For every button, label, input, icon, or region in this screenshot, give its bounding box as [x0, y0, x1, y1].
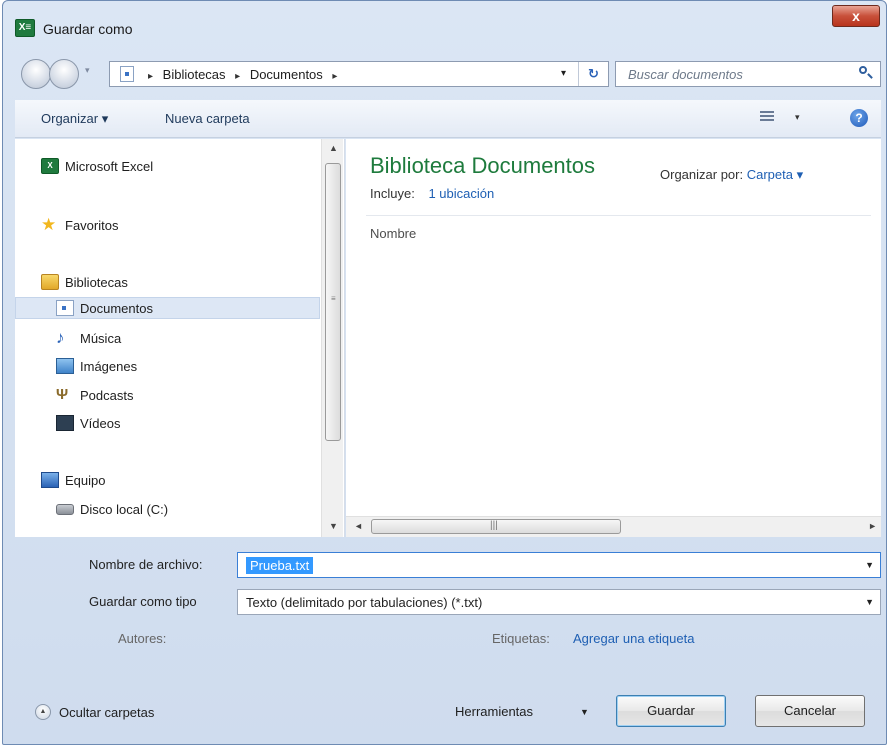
scroll-left-icon[interactable]: ◄ [354, 521, 363, 531]
authors-label: Autores: [118, 631, 167, 646]
nav-item-label: Favoritos [65, 217, 119, 233]
view-options-icon[interactable] [760, 111, 774, 123]
nav-item-documentos[interactable]: Documentos [15, 297, 320, 319]
folder-icon [120, 66, 134, 82]
scroll-down-icon[interactable]: ▼ [329, 521, 338, 531]
excel-icon: X [41, 158, 59, 174]
library-title: Biblioteca Documentos [370, 153, 596, 178]
save-button[interactable]: Guardar [616, 695, 726, 727]
chevron-down-icon[interactable]: ▼ [865, 597, 874, 607]
nav-item-videos[interactable]: Vídeos [56, 412, 296, 434]
search-input[interactable]: Buscar documentos [615, 61, 881, 87]
chevron-up-icon: ▲ [35, 704, 51, 720]
tools-dropdown-icon[interactable]: ▼ [580, 707, 589, 717]
file-list-pane[interactable]: Biblioteca Documentos Incluye: 1 ubicaci… [346, 139, 881, 537]
file-type-value: Texto (delimitado por tabulaciones) (*.t… [246, 595, 483, 610]
nav-item-label: Disco local (C:) [80, 501, 169, 517]
excel-app-icon: X≡ [15, 19, 35, 37]
arrange-by-dropdown[interactable]: Carpeta ▾ [747, 167, 803, 182]
navigation-scrollbar[interactable]: ▲ ≡ ▼ [321, 139, 343, 537]
nav-item-bibliotecas[interactable]: Bibliotecas [41, 271, 301, 293]
hide-folders-button[interactable]: ▲ Ocultar carpetas [35, 704, 154, 720]
recent-locations-dropdown[interactable]: ▾ [85, 65, 90, 76]
forward-button[interactable] [49, 59, 79, 89]
view-dropdown-icon[interactable]: ▾ [795, 112, 800, 123]
navigation-pane: X Microsoft Excel ★ Favoritos Biblioteca… [15, 139, 345, 537]
scroll-right-icon[interactable]: ► [868, 521, 877, 531]
breadcrumb-separator: ▸ [148, 71, 154, 82]
nav-item-podcasts[interactable]: Ψ Podcasts [56, 384, 296, 406]
command-toolbar: Organizar ▾ Nueva carpeta ▾ ? [15, 100, 881, 138]
new-folder-button[interactable]: Nueva carpeta [165, 111, 250, 126]
breadcrumb: ▸ Bibliotecas ▸ Documentos ▸ [142, 67, 343, 82]
nav-item-label: Imágenes [80, 358, 138, 374]
nav-item-favoritos[interactable]: ★ Favoritos [41, 214, 301, 236]
scrollbar-thumb[interactable]: ||| [371, 519, 621, 534]
nav-item-label: Microsoft Excel [65, 158, 154, 174]
search-placeholder: Buscar documentos [628, 67, 743, 82]
image-icon [56, 358, 74, 374]
close-button[interactable]: x [832, 5, 880, 27]
library-icon [41, 274, 59, 290]
breadcrumb-separator[interactable]: ▸ [332, 71, 337, 82]
column-header-name[interactable]: Nombre [370, 226, 416, 241]
address-bar[interactable]: ▸ Bibliotecas ▸ Documentos ▸ ▾ ↻ [109, 61, 609, 87]
breadcrumb-bibliotecas[interactable]: Bibliotecas [163, 67, 226, 82]
breadcrumb-documentos[interactable]: Documentos [250, 67, 323, 82]
organize-menu-button[interactable]: Organizar ▾ [41, 111, 108, 127]
disk-icon [56, 503, 74, 515]
video-icon [56, 415, 74, 431]
back-button[interactable] [21, 59, 51, 89]
search-icon[interactable] [858, 65, 873, 79]
grip-icon: ||| [490, 520, 498, 531]
arrange-label: Organizar por: [660, 167, 744, 182]
add-tag-link[interactable]: Agregar una etiqueta [573, 631, 694, 646]
horizontal-scrollbar[interactable]: ◄ ||| ► [346, 516, 881, 537]
nav-item-equipo[interactable]: Equipo [41, 469, 301, 491]
save-as-dialog: X≡ Guardar como x ▾ ▸ Bibliotecas ▸ Docu… [2, 0, 887, 745]
includes-label: Incluye: [370, 186, 415, 201]
computer-icon [41, 472, 59, 488]
file-type-label: Guardar como tipo [89, 594, 197, 609]
nav-item-label: Podcasts [80, 387, 134, 403]
nav-item-label: Equipo [65, 472, 106, 488]
nav-item-disco-local[interactable]: Disco local (C:) [56, 498, 296, 520]
window-title: Guardar como [43, 21, 133, 37]
refresh-icon[interactable]: ↻ [578, 62, 608, 86]
divider [366, 215, 871, 216]
help-icon[interactable]: ? [850, 109, 868, 127]
nav-item-microsoft-excel[interactable]: X Microsoft Excel [41, 155, 301, 177]
nav-item-label: Documentos [80, 300, 153, 316]
nav-item-label: Bibliotecas [65, 274, 128, 290]
address-dropdown-icon[interactable]: ▾ [561, 68, 566, 79]
music-icon: ♪ [56, 328, 65, 347]
nav-item-imagenes[interactable]: Imágenes [56, 355, 296, 377]
document-icon [56, 300, 74, 316]
filename-input[interactable]: Prueba.txt ▼ [237, 552, 881, 578]
scroll-up-icon[interactable]: ▲ [329, 143, 338, 153]
nav-item-label: Música [80, 330, 122, 346]
filename-value: Prueba.txt [246, 557, 314, 574]
podcast-icon: Ψ [56, 386, 69, 403]
hide-folders-label: Ocultar carpetas [59, 704, 155, 720]
breadcrumb-separator: ▸ [235, 71, 241, 82]
arrange-by: Organizar por: Carpeta ▾ [660, 167, 803, 183]
grip-icon: ≡ [331, 294, 336, 303]
filename-label: Nombre de archivo: [89, 557, 203, 572]
nav-item-musica[interactable]: ♪ Música [56, 327, 296, 349]
title-bar: X≡ Guardar como x [3, 1, 886, 47]
tools-button[interactable]: Herramientas [455, 704, 533, 719]
scrollbar-thumb[interactable]: ≡ [325, 163, 341, 441]
locations-link[interactable]: 1 ubicación [428, 186, 494, 201]
tags-label: Etiquetas: [492, 631, 550, 646]
file-type-select[interactable]: Texto (delimitado por tabulaciones) (*.t… [237, 589, 881, 615]
library-includes: Incluye: 1 ubicación [370, 186, 494, 201]
chevron-down-icon[interactable]: ▼ [865, 560, 874, 570]
star-icon: ★ [41, 215, 57, 234]
cancel-button[interactable]: Cancelar [755, 695, 865, 727]
nav-item-label: Vídeos [80, 415, 121, 431]
